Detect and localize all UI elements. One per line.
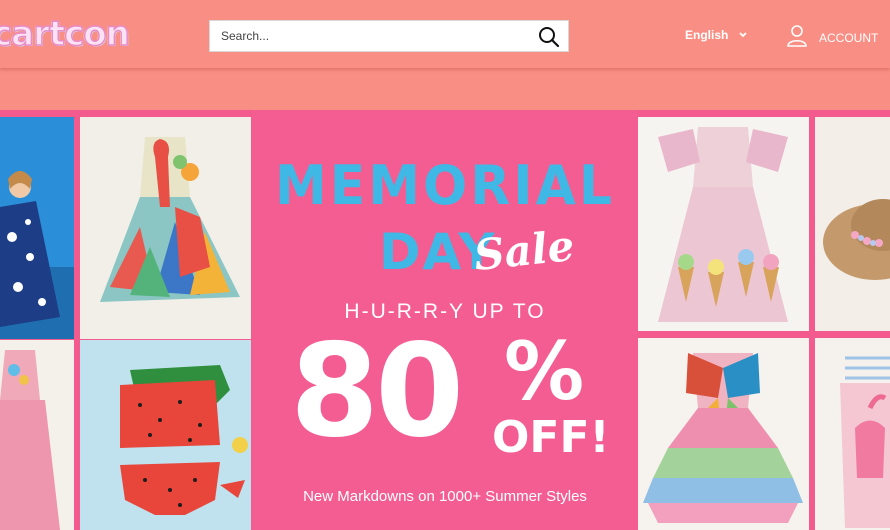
account-label: ACCOUNT [819,30,879,45]
language-label: English [685,28,729,42]
chevron-down-icon [738,28,748,42]
user-icon [786,24,808,51]
headline-memorial: MEMORIAL [275,154,615,218]
product-image-pink-dress[interactable] [0,340,74,530]
search-bar [209,20,569,52]
account-link[interactable]: ACCOUNT [786,24,878,51]
product-image-watermelon-swimsuit[interactable] [80,340,251,530]
discount-value: 80 [290,317,464,466]
product-image-blue-floral-dress[interactable] [0,117,74,339]
product-image-butterfly-dress[interactable] [638,338,809,530]
language-selector[interactable]: English [685,28,748,42]
discount-percent-symbol: % [504,325,585,418]
nav-bar [0,68,890,110]
search-input[interactable] [210,21,530,51]
product-image-flamingo-swimsuit[interactable] [815,338,890,530]
product-image-straw-hat[interactable] [815,117,890,331]
product-image-ice-cream-dress[interactable] [638,117,809,331]
markdown-subline: New Markdowns on 1000+ Summer Styles [303,488,587,505]
site-header: cartcon English ACCOUNT [0,0,890,68]
product-image-flamingo-dress[interactable] [80,117,251,339]
search-icon[interactable] [538,26,560,48]
discount-off-label: OFF! [492,412,610,463]
site-logo[interactable]: cartcon [0,13,131,55]
headline-sale-script: Sale [471,220,577,281]
sale-message[interactable]: MEMORIAL DAY Sale H-U-R-R-Y UP TO 80 % O… [252,110,638,530]
promo-banner[interactable]: MEMORIAL DAY Sale H-U-R-R-Y UP TO 80 % O… [0,110,890,530]
